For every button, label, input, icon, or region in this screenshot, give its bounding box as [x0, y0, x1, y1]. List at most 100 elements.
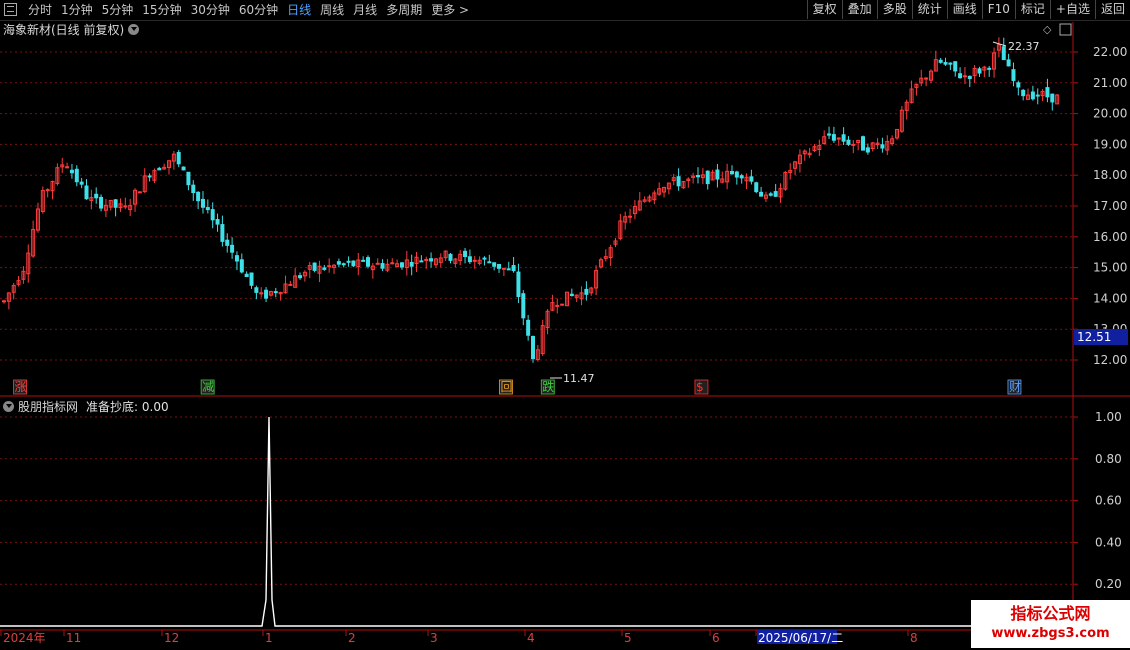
candle-body [288, 283, 293, 286]
candle-body [205, 207, 210, 211]
diamond-icon: ◇ [1043, 23, 1052, 36]
candle-body [341, 263, 346, 266]
candle-body [365, 257, 370, 267]
candle-body [74, 168, 79, 183]
candle-body [69, 169, 74, 174]
x-axis-label: 4 [527, 631, 535, 645]
price-tick-label: 20.00 [1093, 107, 1127, 121]
candle-body [560, 303, 565, 306]
candle-body [501, 267, 506, 270]
candle-body [943, 62, 948, 65]
watermark-url: www.zbgs3.com [991, 626, 1110, 641]
candle-body [254, 287, 259, 293]
candle-body [448, 253, 453, 261]
candle-body [836, 137, 841, 140]
candle-body [157, 167, 162, 171]
candle-body [409, 261, 414, 267]
candle-body [429, 258, 434, 262]
candle-body [676, 176, 681, 187]
candle-body [487, 261, 492, 264]
candle-body [239, 259, 244, 273]
candle-body [1050, 93, 1055, 103]
candle-body [861, 136, 866, 151]
candle-body [84, 185, 89, 200]
candle-body [123, 205, 128, 208]
candle-body [336, 261, 341, 265]
x-axis-label: 3 [430, 631, 438, 645]
candle-body [880, 144, 885, 149]
candle-body [249, 272, 254, 286]
candle-body [987, 67, 992, 70]
candle-body [225, 239, 230, 246]
event-marker: $ [696, 380, 704, 394]
candle-body [94, 193, 99, 199]
candle-body [705, 170, 710, 185]
candle-body [851, 143, 856, 146]
candle-body [1006, 59, 1011, 67]
candle-body [79, 181, 84, 185]
candle-body [137, 191, 142, 194]
price-tick-label: 22.00 [1093, 45, 1127, 59]
candle-body [506, 268, 511, 271]
candle-body [531, 335, 535, 360]
candle-body [176, 151, 181, 165]
candle-body [1035, 94, 1040, 97]
candle-body [2, 300, 6, 303]
candle-body [322, 267, 327, 270]
x-axis-label: 2024年 [3, 631, 46, 645]
candle-body [244, 273, 249, 278]
candle-body [729, 170, 734, 175]
candle-body [569, 293, 574, 296]
candle-body [511, 265, 516, 272]
price-tick-label: 14.00 [1093, 291, 1127, 305]
candle-body [734, 171, 739, 178]
candle-body [186, 171, 191, 186]
candle-body [273, 291, 278, 294]
candle-body [773, 191, 778, 197]
candle-body [962, 75, 967, 78]
candle-body [482, 257, 487, 260]
candle-body [841, 134, 846, 142]
candle-body [65, 166, 70, 169]
candle-body [351, 260, 356, 267]
price-tick-label: 16.00 [1093, 230, 1127, 244]
candle-body [264, 289, 269, 299]
candle-body [555, 304, 560, 307]
candle-body [181, 166, 186, 171]
event-marker: 跌 [542, 379, 554, 394]
x-axis-label: 11 [66, 631, 81, 645]
candle-body [831, 134, 836, 141]
candle-body [521, 293, 526, 319]
event-marker: 财 [1009, 380, 1021, 394]
indicator-tick-label: 1.00 [1095, 410, 1122, 424]
indicator-tick-label: 0.80 [1095, 452, 1122, 466]
candle-body [977, 68, 982, 74]
candle-body [327, 265, 332, 268]
indicator-line [0, 416, 1073, 627]
candle-body [768, 193, 773, 196]
candle-body [953, 61, 958, 72]
candle-body [399, 262, 404, 268]
candle-body [196, 191, 201, 202]
x-axis-label: 1 [265, 631, 273, 645]
indicator-tick-label: 0.40 [1095, 535, 1122, 549]
candle-body [472, 259, 477, 262]
candle-body [380, 263, 385, 269]
candle-body [467, 256, 472, 263]
candle-body [419, 260, 424, 263]
candle-body [948, 62, 953, 65]
candle-body [230, 244, 235, 253]
price-tick-label: 18.00 [1093, 168, 1127, 182]
price-tick-label: 17.00 [1093, 199, 1127, 213]
candle-body [739, 175, 744, 179]
candle-body [390, 262, 395, 265]
price-tick-label: 21.00 [1093, 76, 1127, 90]
candle-body [1045, 87, 1050, 98]
candle-body [191, 184, 196, 194]
candle-body [846, 139, 851, 145]
candle-body [375, 262, 380, 265]
candle-body [628, 215, 633, 218]
panel-toggle-icon [1059, 23, 1072, 36]
indicator-tick-label: 0.20 [1095, 577, 1122, 591]
kline-chart[interactable]: 22.0021.0020.0019.0018.0017.0016.0015.00… [0, 0, 1130, 650]
